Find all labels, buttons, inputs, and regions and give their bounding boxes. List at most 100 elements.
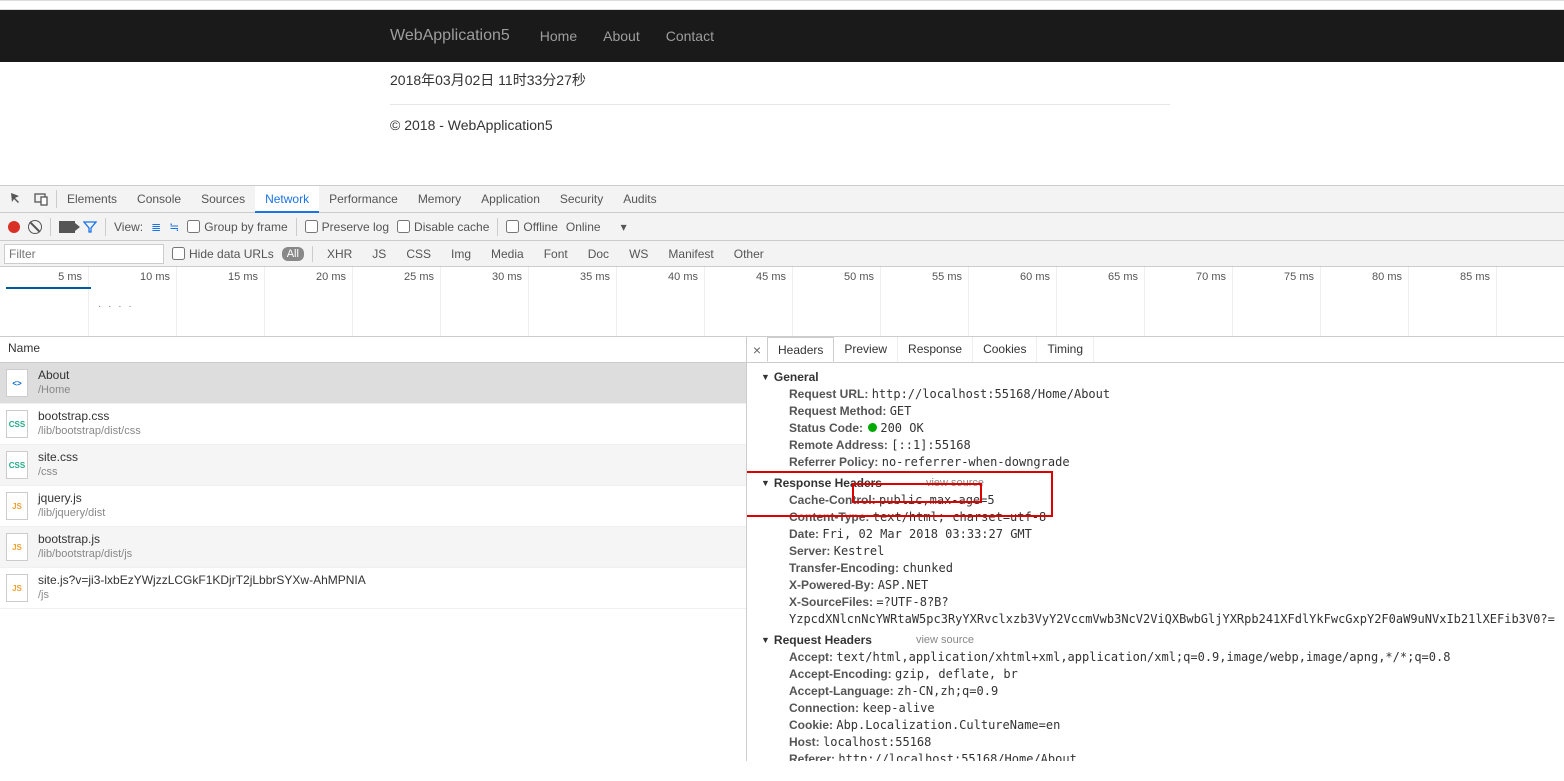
header-key: Cache-Control: xyxy=(789,493,876,507)
filter-all[interactable]: All xyxy=(282,247,304,261)
header-key: Content-Type: xyxy=(789,510,869,524)
filter-input[interactable] xyxy=(4,244,164,264)
screenshot-icon[interactable] xyxy=(59,221,75,233)
detail-tab-cookies[interactable]: Cookies xyxy=(973,337,1037,362)
filter-css[interactable]: CSS xyxy=(400,247,437,261)
filter-icon[interactable] xyxy=(83,220,97,234)
preserve-log-checkbox[interactable]: Preserve log xyxy=(305,220,389,234)
browser-address-bar[interactable] xyxy=(0,0,1564,10)
filter-doc[interactable]: Doc xyxy=(582,247,615,261)
group-by-frame-checkbox[interactable]: Group by frame xyxy=(187,220,287,234)
header-value: GET xyxy=(890,404,912,418)
header-key: Referrer Policy: xyxy=(789,455,878,469)
offline-checkbox[interactable]: Offline xyxy=(506,220,557,234)
request-row[interactable]: bootstrap.css /lib/bootstrap/dist/css xyxy=(0,404,746,445)
header-row: Transfer-Encoding: chunked xyxy=(761,560,1564,577)
header-key: Status Code: xyxy=(789,421,863,435)
detail-tab-timing[interactable]: Timing xyxy=(1037,337,1094,362)
detail-tab-preview[interactable]: Preview xyxy=(834,337,898,362)
device-icon[interactable] xyxy=(32,190,50,208)
header-row: Cache-Control: public,max-age=5 xyxy=(761,492,1564,509)
section-response-headers[interactable]: Response Headers view source xyxy=(761,475,1564,492)
timeline-tick: 65 ms xyxy=(1056,271,1144,283)
nav-contact[interactable]: Contact xyxy=(666,28,714,44)
tab-sources[interactable]: Sources xyxy=(191,186,255,213)
detail-tab-response[interactable]: Response xyxy=(898,337,973,362)
filter-manifest[interactable]: Manifest xyxy=(662,247,719,261)
throttling-select[interactable]: Online▾ xyxy=(566,220,627,234)
timeline-tick: 20 ms xyxy=(264,271,352,283)
filter-ws[interactable]: WS xyxy=(623,247,654,261)
nav-about[interactable]: About xyxy=(603,28,640,44)
timeline-tick: 85 ms xyxy=(1408,271,1496,283)
filter-media[interactable]: Media xyxy=(485,247,530,261)
timeline-tick: 55 ms xyxy=(880,271,968,283)
header-value: 200 OK xyxy=(880,421,923,435)
timeline-bar xyxy=(6,287,91,289)
request-name: About xyxy=(38,368,70,383)
network-toolbar: View: ≣ ≒ Group by frame Preserve log Di… xyxy=(0,213,1564,241)
request-path: /lib/bootstrap/dist/css xyxy=(38,424,141,439)
header-row: Referer: http://localhost:55168/Home/Abo… xyxy=(761,751,1564,761)
tab-security[interactable]: Security xyxy=(550,186,613,213)
filter-font[interactable]: Font xyxy=(538,247,574,261)
clear-button[interactable] xyxy=(28,220,42,234)
tab-audits[interactable]: Audits xyxy=(613,186,666,213)
tab-elements[interactable]: Elements xyxy=(57,186,127,213)
header-value: http://localhost:55168/Home/About xyxy=(872,387,1110,401)
inspect-icon[interactable] xyxy=(8,190,26,208)
request-name: site.js?v=ji3-lxbEzYWjzzLCGkF1KDjrT2jLbb… xyxy=(38,573,366,588)
details-tab-bar: × Headers Preview Response Cookies Timin… xyxy=(747,337,1564,363)
request-row[interactable]: site.js?v=ji3-lxbEzYWjzzLCGkF1KDjrT2jLbb… xyxy=(0,568,746,609)
file-icon xyxy=(6,369,28,397)
request-row[interactable]: About /Home xyxy=(0,363,746,404)
request-name: bootstrap.js xyxy=(38,532,132,547)
header-row: Connection: keep-alive xyxy=(761,700,1564,717)
header-value: [::1]:55168 xyxy=(891,438,970,452)
tab-application[interactable]: Application xyxy=(471,186,550,213)
header-key: Referer: xyxy=(789,752,835,761)
tab-performance[interactable]: Performance xyxy=(319,186,408,213)
request-name: jquery.js xyxy=(38,491,105,506)
request-row[interactable]: jquery.js /lib/jquery/dist xyxy=(0,486,746,527)
header-value: Fri, 02 Mar 2018 03:33:27 GMT xyxy=(822,527,1032,541)
detail-tab-headers[interactable]: Headers xyxy=(767,337,834,362)
tab-console[interactable]: Console xyxy=(127,186,191,213)
request-list-header[interactable]: Name xyxy=(0,337,746,363)
footer-text: © 2018 - WebApplication5 xyxy=(390,117,553,133)
view-large-icon[interactable]: ≣ xyxy=(151,220,161,234)
tab-network[interactable]: Network xyxy=(255,186,319,213)
header-value: text/html; charset=utf-8 xyxy=(873,510,1046,524)
view-source-request[interactable]: view source xyxy=(916,632,974,649)
section-request-headers[interactable]: Request Headers view source xyxy=(761,632,1564,649)
header-value: Kestrel xyxy=(834,544,885,558)
network-timeline[interactable]: 5 ms10 ms15 ms20 ms25 ms30 ms35 ms40 ms4… xyxy=(0,267,1564,337)
nav-home[interactable]: Home xyxy=(540,28,577,44)
file-icon xyxy=(6,492,28,520)
header-key: Accept-Language: xyxy=(789,684,894,698)
header-row: Accept-Encoding: gzip, deflate, br xyxy=(761,666,1564,683)
view-source-response[interactable]: view source xyxy=(926,475,984,492)
close-details-button[interactable]: × xyxy=(747,342,767,358)
timeline-tick: 50 ms xyxy=(792,271,880,283)
header-key: X-Powered-By: xyxy=(789,578,874,592)
hide-data-urls-checkbox[interactable]: Hide data URLs xyxy=(172,247,274,261)
filter-xhr[interactable]: XHR xyxy=(321,247,358,261)
request-row[interactable]: bootstrap.js /lib/bootstrap/dist/js xyxy=(0,527,746,568)
timeline-tick: 35 ms xyxy=(528,271,616,283)
brand-link[interactable]: WebApplication5 xyxy=(390,27,510,45)
header-key: Connection: xyxy=(789,701,859,715)
tab-memory[interactable]: Memory xyxy=(408,186,471,213)
section-general[interactable]: General xyxy=(761,369,1564,386)
record-button[interactable] xyxy=(8,221,20,233)
disable-cache-checkbox[interactable]: Disable cache xyxy=(397,220,489,234)
view-waterfall-icon[interactable]: ≒ xyxy=(169,220,179,234)
request-row[interactable]: site.css /css xyxy=(0,445,746,486)
timeline-tick: 5 ms xyxy=(0,271,88,283)
filter-js[interactable]: JS xyxy=(366,247,392,261)
filter-other[interactable]: Other xyxy=(728,247,770,261)
site-navbar: WebApplication5 Home About Contact xyxy=(0,10,1564,62)
filter-img[interactable]: Img xyxy=(445,247,477,261)
header-row: Host: localhost:55168 xyxy=(761,734,1564,751)
header-key: Host: xyxy=(789,735,820,749)
